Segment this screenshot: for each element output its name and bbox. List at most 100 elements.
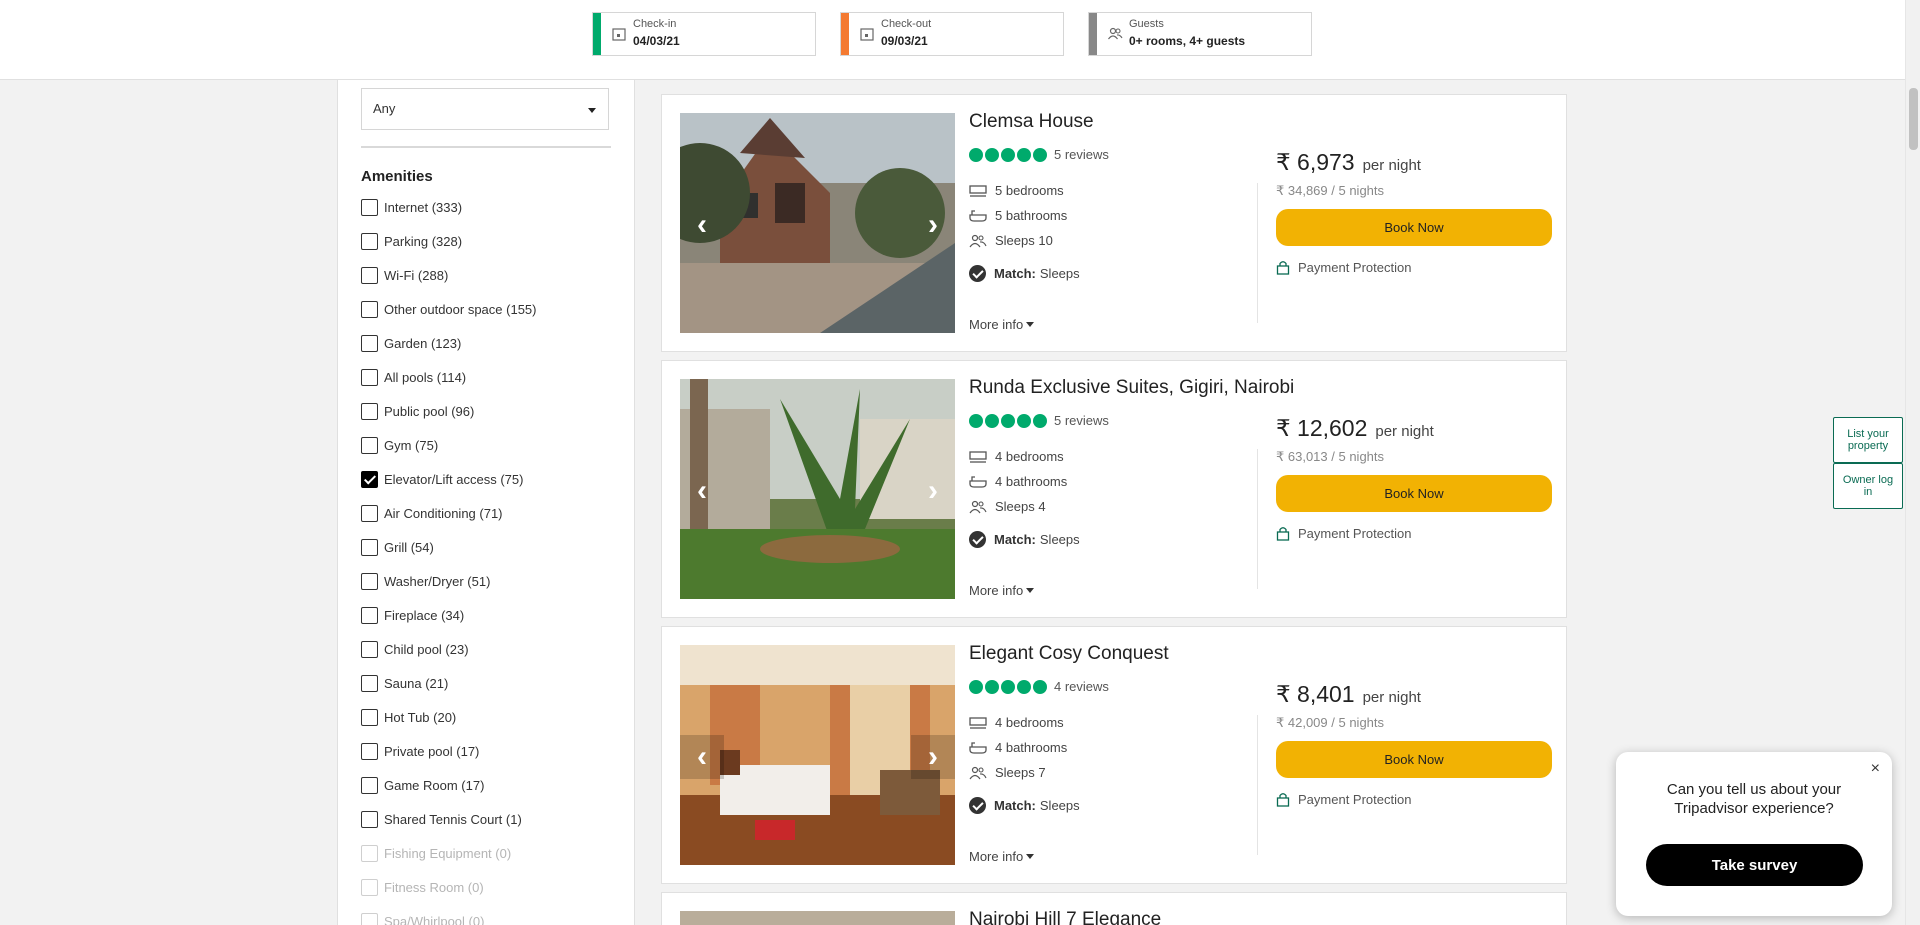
checkbox[interactable] [361,198,378,216]
take-survey-button[interactable]: Take survey [1646,844,1863,886]
filter-select[interactable]: Any [361,88,609,130]
photo-prev-arrow[interactable]: ‹ [680,735,724,779]
listing-photo[interactable]: ‹ › [680,645,955,865]
listing-photo[interactable]: ‹ › [680,379,955,599]
scrollbar-thumb[interactable] [1909,88,1918,150]
bathrooms: 4 bathrooms [969,740,1067,755]
amenity-label: Fishing Equipment (0) [384,845,512,861]
checkbox[interactable] [361,708,378,726]
guests-icon [969,766,987,779]
amenity-checkbox-item[interactable]: Sauna (21) [361,673,448,693]
amenity-checkbox-item[interactable]: Gym (75) [361,435,438,455]
checkbox[interactable] [361,334,378,352]
checkbox[interactable] [361,402,378,420]
guests-field[interactable]: Guests 0+ rooms, 4+ guests [1088,12,1312,56]
more-info-link[interactable]: More info [969,583,1035,598]
amenity-checkbox-item[interactable]: Private pool (17) [361,741,479,761]
bedrooms-text: 4 bedrooms [995,449,1064,464]
listing-photo-partial [680,911,955,925]
amenity-checkbox-item[interactable]: Internet (333) [361,197,462,217]
listing-card[interactable]: ‹ › Elegant Cosy Conquest 4 reviews 4 be… [661,626,1567,884]
payment-protection[interactable]: Payment Protection [1276,525,1411,541]
listing-card[interactable]: Nairobi Hill 7 Elegance [661,892,1567,925]
bedrooms: 4 bedrooms [969,715,1064,730]
amenity-checkbox-item[interactable]: Public pool (96) [361,401,474,421]
amenity-checkbox-item[interactable]: Other outdoor space (155) [361,299,536,319]
book-now-button[interactable]: Book Now [1276,741,1552,778]
checkbox[interactable] [361,674,378,692]
checkout-field[interactable]: Check-out 09/03/21 [840,12,1064,56]
list-your-property-button[interactable]: List your property [1833,417,1903,463]
checkbox[interactable] [361,606,378,624]
listing-name[interactable]: Nairobi Hill 7 Elegance [969,909,1161,925]
checkbox[interactable] [361,266,378,284]
page-scrollbar[interactable] [1905,0,1920,925]
match-info: Match: Sleeps [969,797,1080,814]
listing-photo[interactable]: ‹ › [680,113,955,333]
photo-next-arrow[interactable]: › [911,735,955,779]
checkbox[interactable] [361,538,378,556]
photo-prev-arrow[interactable]: ‹ [680,469,724,513]
amenity-checkbox-item[interactable]: Elevator/Lift access (75) [361,469,523,489]
amenity-checkbox-item[interactable]: Game Room (17) [361,775,484,795]
amenity-label: Private pool (17) [384,743,480,759]
match-info: Match: Sleeps [969,265,1080,282]
listing-card[interactable]: ‹ › Runda Exclusive Suites, Gigiri, Nair… [661,360,1567,618]
checkbox[interactable] [361,640,378,658]
checkbox[interactable] [361,232,378,250]
checkbox[interactable] [361,810,378,828]
amenity-checkbox-item[interactable]: Fireplace (34) [361,605,464,625]
listing-name[interactable]: Runda Exclusive Suites, Gigiri, Nairobi [969,377,1294,399]
bed-icon [969,716,987,729]
review-count[interactable]: 5 reviews [1054,147,1109,162]
listing-card[interactable]: ‹ › Clemsa House 5 reviews 5 bedrooms 5 … [661,94,1567,352]
match-label: Match: [994,798,1036,813]
amenity-checkbox-item[interactable]: Shared Tennis Court (1) [361,809,522,829]
checkin-field[interactable]: Check-in 04/03/21 [592,12,816,56]
review-count[interactable]: 4 reviews [1054,679,1109,694]
photo-prev-arrow[interactable]: ‹ [680,203,724,247]
listing-name[interactable]: Clemsa House [969,111,1094,133]
book-now-button[interactable]: Book Now [1276,475,1552,512]
photo-next-arrow[interactable]: › [911,469,955,513]
amenity-label: Hot Tub (20) [384,709,457,725]
amenity-checkbox-item[interactable]: Air Conditioning (71) [361,503,503,523]
per-night-label: per night [1362,157,1421,174]
listing-photo[interactable] [680,911,955,925]
amenity-label: Fireplace (34) [384,607,465,623]
guests-icon [1108,27,1123,40]
amenity-checkbox-item[interactable]: Grill (54) [361,537,434,557]
payment-protection[interactable]: Payment Protection [1276,791,1411,807]
amenity-label: Other outdoor space (155) [384,301,537,317]
amenity-checkbox-item[interactable]: All pools (114) [361,367,466,387]
payment-protection[interactable]: Payment Protection [1276,259,1411,275]
amenity-checkbox-item[interactable]: Garden (123) [361,333,461,353]
checkbox[interactable] [361,572,378,590]
amenity-checkbox-item[interactable]: Child pool (23) [361,639,469,659]
amenity-checkbox-item[interactable]: Parking (328) [361,231,462,251]
checkbox[interactable] [361,436,378,454]
book-now-button[interactable]: Book Now [1276,209,1552,246]
amenity-checkbox-item[interactable]: Hot Tub (20) [361,707,456,727]
listing-name[interactable]: Elegant Cosy Conquest [969,643,1169,665]
checkbox-checked[interactable] [361,470,378,488]
more-info-link[interactable]: More info [969,317,1035,332]
amenity-checkbox-item[interactable]: Washer/Dryer (51) [361,571,490,591]
price-block: ₹ 6,973 per night [1276,149,1421,176]
checkbox[interactable] [361,504,378,522]
review-count[interactable]: 5 reviews [1054,413,1109,428]
close-icon[interactable]: × [1871,760,1880,778]
bed-icon [969,184,987,197]
checkbox[interactable] [361,300,378,318]
checkbox[interactable] [361,368,378,386]
owner-login-button[interactable]: Owner log in [1833,463,1903,509]
photo-next-arrow[interactable]: › [911,203,955,247]
bathrooms: 4 bathrooms [969,474,1067,489]
checkbox[interactable] [361,776,378,794]
checkbox[interactable] [361,742,378,760]
amenity-label: Fitness Room (0) [384,879,484,895]
more-info-link[interactable]: More info [969,849,1035,864]
amenity-checkbox-item[interactable]: Wi-Fi (288) [361,265,448,285]
search-header: Check-in 04/03/21 Check-out 09/03/21 Gue… [0,0,1905,80]
rating-bubble-icon [985,413,999,428]
